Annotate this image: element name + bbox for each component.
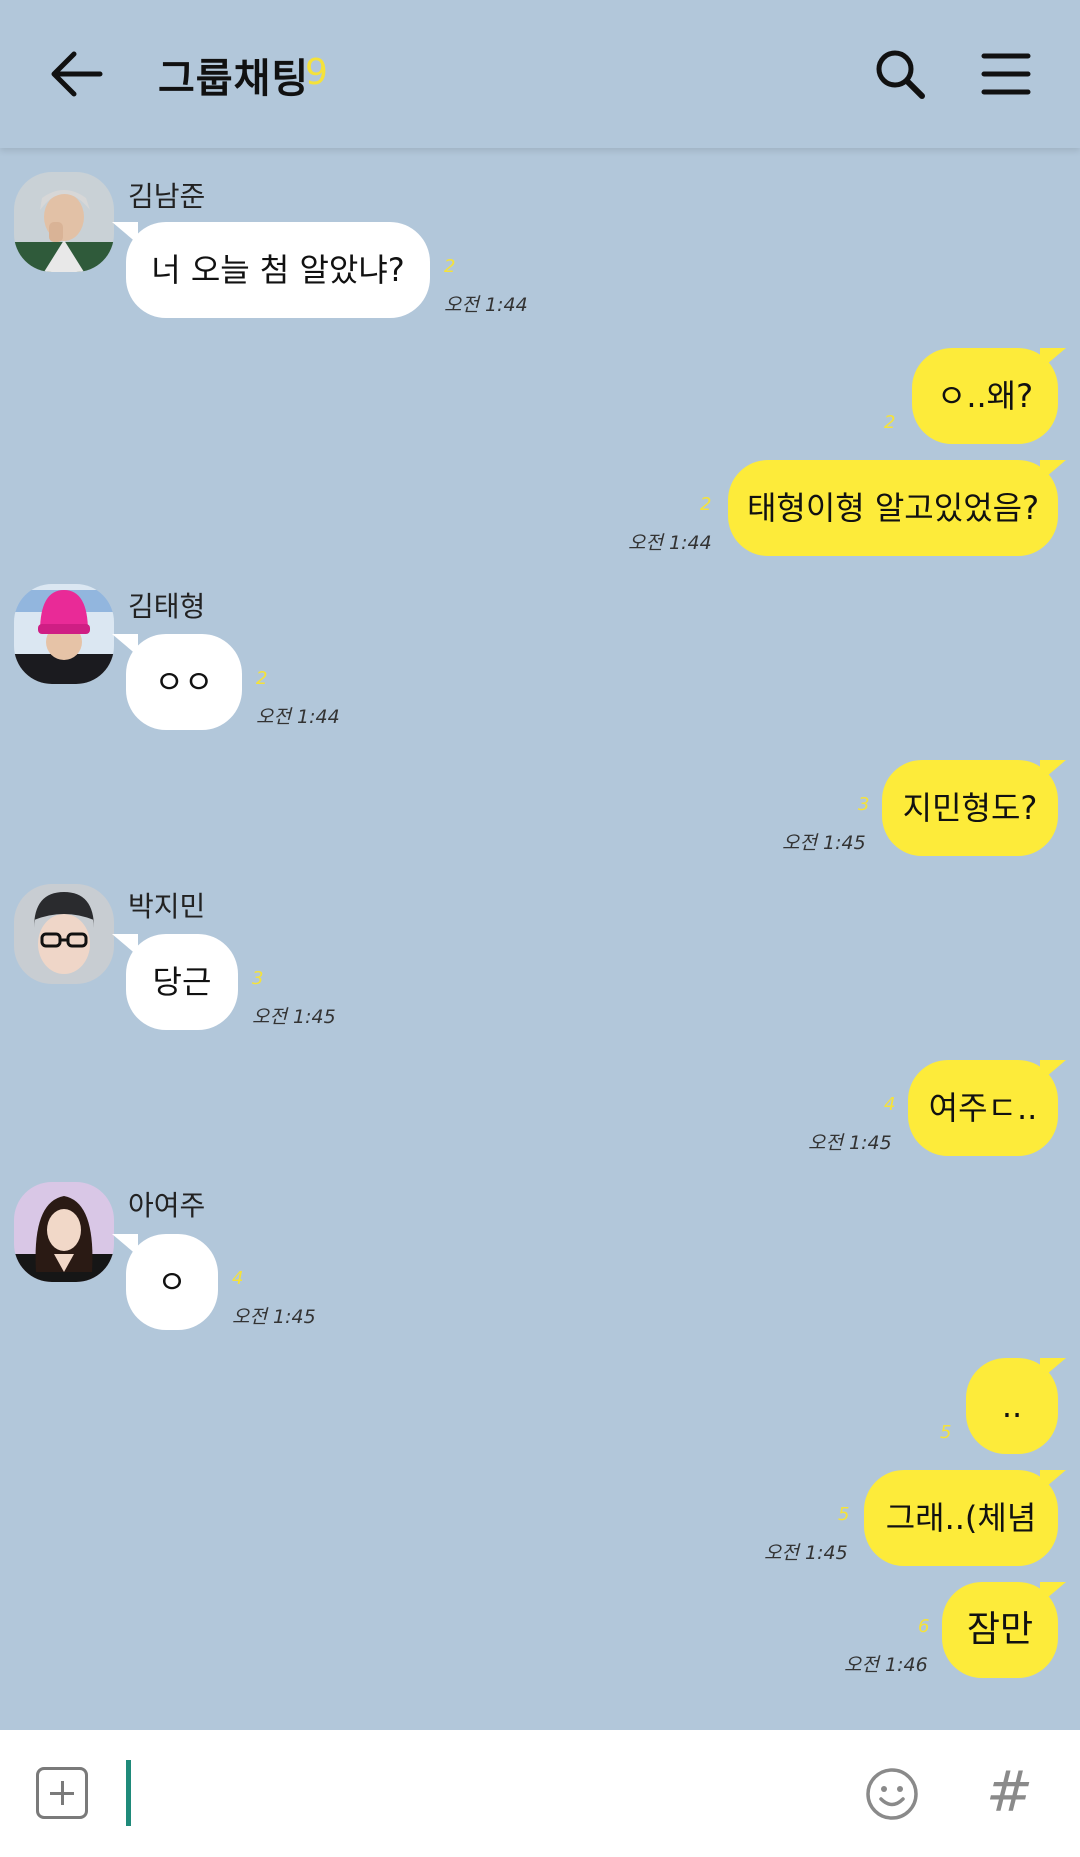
- unread-count: 2: [700, 494, 712, 515]
- message-bubble[interactable]: 여주ㄷ..: [908, 1060, 1058, 1156]
- message-time: 오전 1:44: [444, 294, 528, 316]
- bubble-tail: [1040, 1470, 1066, 1492]
- bubble-tail: [1040, 1060, 1066, 1082]
- menu-icon[interactable]: [980, 50, 1032, 98]
- bubble-tail: [1040, 348, 1066, 370]
- search-icon[interactable]: [872, 46, 928, 102]
- unread-count: 4: [884, 1094, 896, 1115]
- unread-count: 6: [918, 1616, 930, 1637]
- message-bubble[interactable]: 당근: [126, 934, 238, 1030]
- message-bubble[interactable]: 태형이형 알고있었음?: [728, 460, 1058, 556]
- chat-header: 그룹채팅 9: [0, 0, 1080, 148]
- member-count: 9: [305, 52, 328, 93]
- plus-box-icon[interactable]: [36, 1767, 88, 1819]
- avatar-namjoon[interactable]: [14, 172, 114, 272]
- back-arrow-icon[interactable]: [48, 46, 108, 102]
- text-cursor: [126, 1760, 131, 1826]
- sender-name: 김태형: [128, 590, 206, 623]
- message-time: 오전 1:45: [232, 1306, 316, 1328]
- unread-count: 5: [940, 1422, 952, 1443]
- chat-title: 그룹채팅: [158, 56, 310, 102]
- message-bubble[interactable]: ㅇ: [126, 1234, 218, 1330]
- message-input-bar: #: [0, 1730, 1080, 1857]
- message-time: 오전 1:44: [628, 532, 712, 554]
- unread-count: 2: [884, 412, 896, 433]
- sender-name: 김남준: [128, 180, 206, 213]
- message-time: 오전 1:44: [256, 706, 340, 728]
- hashtag-button[interactable]: #: [986, 1760, 1033, 1825]
- unread-count: 4: [232, 1268, 244, 1289]
- unread-count: 3: [858, 794, 870, 815]
- unread-count: 2: [256, 668, 268, 689]
- unread-count: 3: [252, 968, 264, 989]
- avatar-jimin[interactable]: [14, 884, 114, 984]
- bubble-tail: [1040, 760, 1066, 782]
- avatar-yeoju[interactable]: [14, 1182, 114, 1282]
- message-time: 오전 1:46: [844, 1654, 928, 1676]
- message-bubble[interactable]: ㅇ..왜?: [912, 348, 1058, 444]
- message-time: 오전 1:45: [782, 832, 866, 854]
- message-time: 오전 1:45: [808, 1132, 892, 1154]
- smiley-icon[interactable]: [864, 1766, 920, 1822]
- message-input[interactable]: [140, 1758, 844, 1830]
- message-bubble[interactable]: 지민형도?: [882, 760, 1058, 856]
- unread-count: 5: [838, 1504, 850, 1525]
- sender-name: 박지민: [128, 890, 206, 923]
- message-bubble[interactable]: ㅇㅇ: [126, 634, 242, 730]
- message-bubble[interactable]: 너 오늘 첨 알았냐?: [126, 222, 430, 318]
- bubble-tail: [1040, 460, 1066, 482]
- message-time: 오전 1:45: [764, 1542, 848, 1564]
- sender-name: 아여주: [128, 1189, 206, 1222]
- bubble-tail: [1040, 1582, 1066, 1604]
- bubble-tail: [1040, 1358, 1066, 1380]
- message-time: 오전 1:45: [252, 1006, 336, 1028]
- unread-count: 2: [444, 256, 456, 277]
- avatar-taehyung[interactable]: [14, 584, 114, 684]
- message-bubble[interactable]: 그래..(체념: [864, 1470, 1058, 1566]
